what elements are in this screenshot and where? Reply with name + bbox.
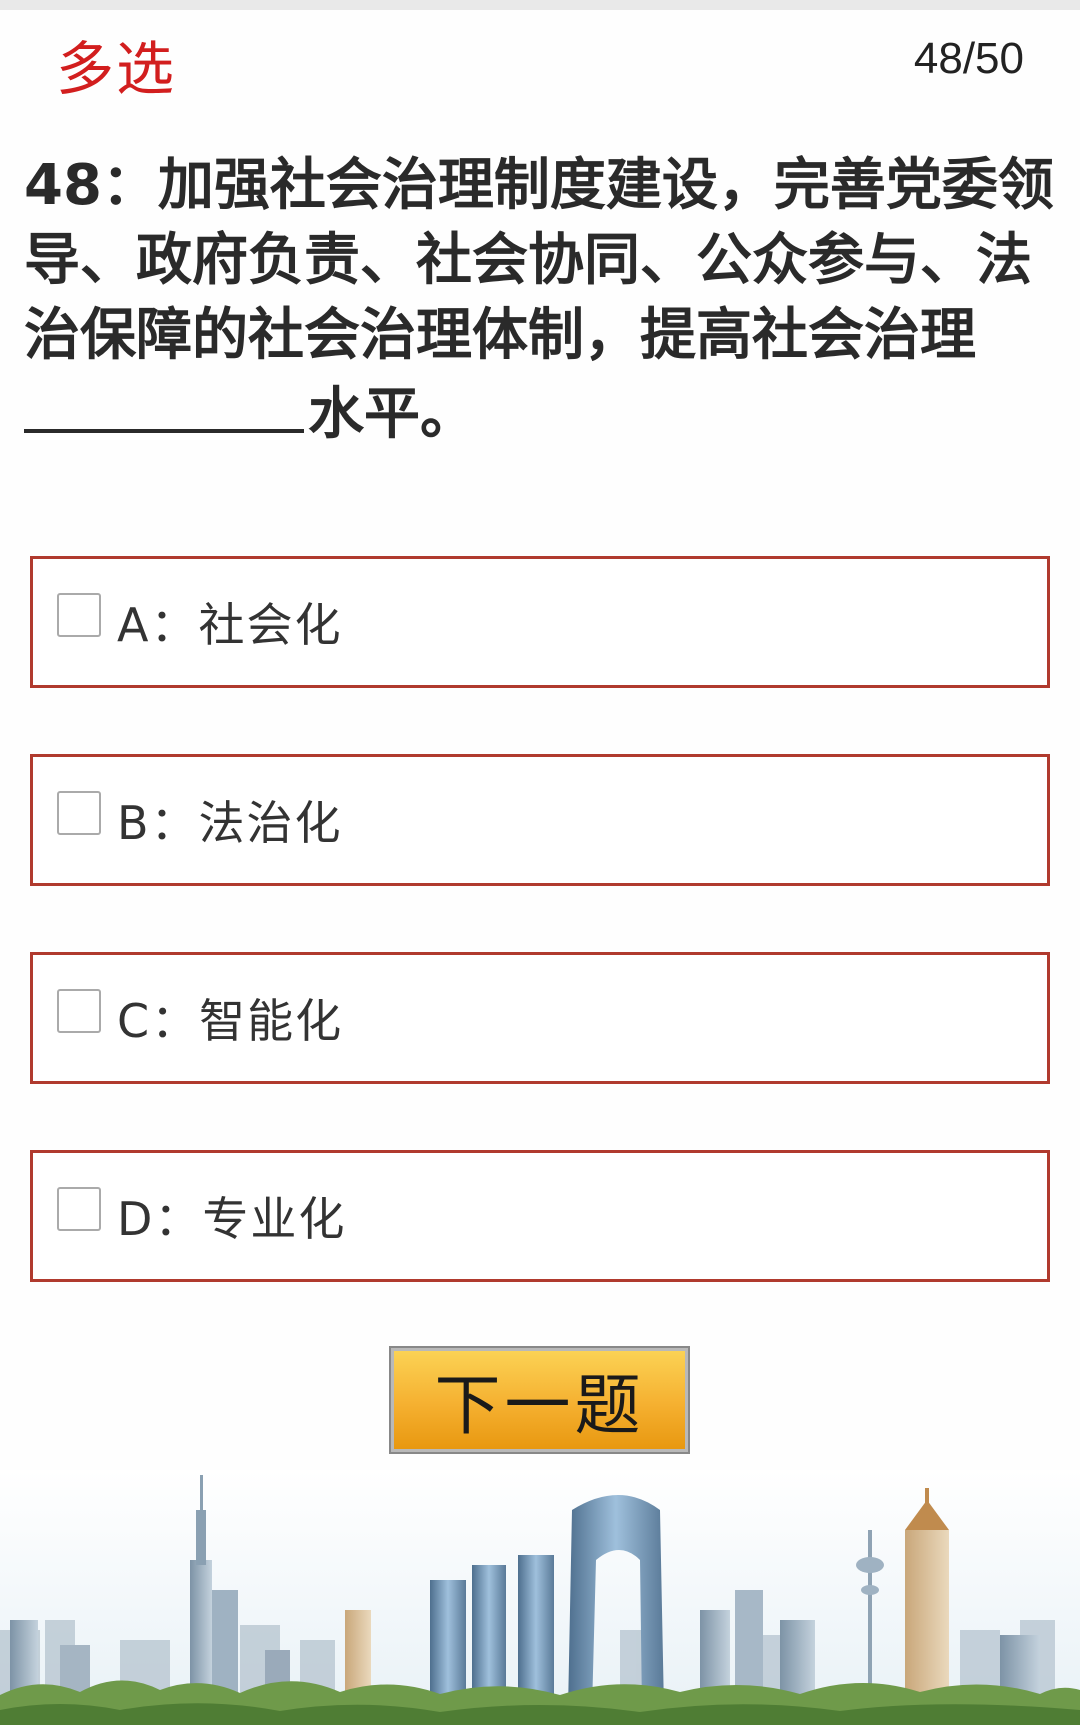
city-skyline-illustration [0,1470,1080,1725]
next-question-button[interactable]: 下一题 [389,1346,690,1454]
answer-blank [24,373,304,433]
options-list: A：社会化 B：法治化 C：智能化 D：专业化 [30,556,1050,1348]
option-d[interactable]: D：专业化 [30,1150,1050,1282]
top-divider [0,0,1080,10]
option-c-label: C：智能化 [117,994,344,1048]
question-stem-end: 水平。 [308,382,476,447]
checkbox-b[interactable] [57,791,101,835]
option-b-label: B：法治化 [117,796,343,850]
question-text: 48：加强社会治理制度建设，完善党委领导、政府负责、社会协同、公众参与、法治保障… [24,148,1054,452]
option-b[interactable]: B：法治化 [30,754,1050,886]
question-type-label: 多选 [56,35,177,103]
question-progress: 48/50 [913,34,1024,83]
checkbox-a[interactable] [57,593,101,637]
option-d-label: D：专业化 [117,1192,347,1246]
question-stem: 48：加强社会治理制度建设，完善党委领导、政府负责、社会协同、公众参与、法治保障… [24,153,1054,368]
option-a[interactable]: A：社会化 [30,556,1050,688]
checkbox-d[interactable] [57,1187,101,1231]
option-a-label: A：社会化 [117,598,343,652]
checkbox-c[interactable] [57,989,101,1033]
option-c[interactable]: C：智能化 [30,952,1050,1084]
